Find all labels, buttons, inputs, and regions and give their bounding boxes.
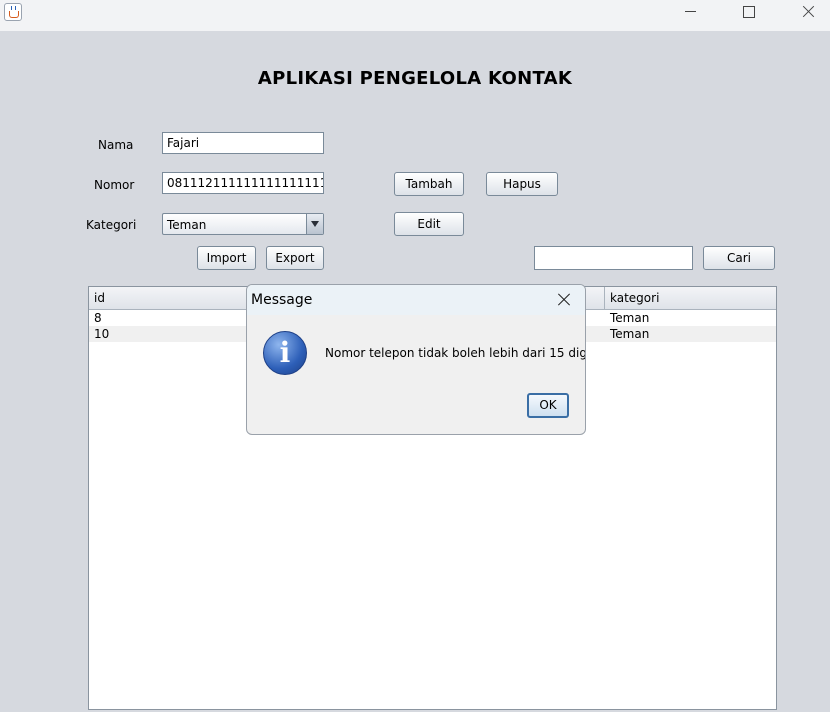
dialog-title-bar: Message (247, 285, 585, 315)
message-dialog: Message i Nomor telepon tidak boleh lebi… (246, 284, 586, 435)
cell-id: 10 (94, 327, 110, 341)
kategori-select[interactable]: Teman (162, 213, 324, 235)
nomor-field[interactable]: 081112111111111111111 (162, 172, 324, 194)
tambah-button[interactable]: Tambah (394, 172, 464, 196)
import-button[interactable]: Import (197, 246, 256, 270)
nama-field[interactable]: Fajari (162, 132, 324, 154)
cell-id: 8 (94, 311, 102, 325)
info-icon: i (263, 331, 307, 375)
column-header-id[interactable]: id (94, 291, 105, 305)
kategori-label: Kategori (86, 218, 137, 232)
title-bar (0, 0, 830, 31)
nama-label: Nama (98, 138, 134, 152)
java-icon[interactable] (4, 3, 22, 21)
close-icon[interactable] (553, 291, 575, 309)
column-header-kategori[interactable]: kategori (610, 291, 659, 305)
export-button[interactable]: Export (266, 246, 324, 270)
maximize-button[interactable] (726, 0, 772, 31)
hapus-button[interactable]: Hapus (486, 172, 558, 196)
app-title: APLIKASI PENGELOLA KONTAK (257, 68, 573, 89)
cari-button[interactable]: Cari (703, 246, 775, 270)
edit-button[interactable]: Edit (394, 212, 464, 236)
cell-kategori: Teman (610, 327, 650, 341)
search-input[interactable] (534, 246, 693, 270)
close-window-button[interactable] (785, 0, 830, 31)
cell-kategori: Teman (610, 311, 650, 325)
chevron-down-icon[interactable] (306, 214, 323, 234)
minimize-button[interactable] (667, 0, 713, 31)
nomor-label: Nomor (94, 178, 135, 192)
kategori-selected-value: Teman (167, 218, 207, 232)
dialog-title: Message (251, 292, 313, 308)
ok-button[interactable]: OK (527, 393, 569, 418)
dialog-message: Nomor telepon tidak boleh lebih dari 15 … (325, 346, 586, 360)
column-divider (604, 287, 605, 309)
